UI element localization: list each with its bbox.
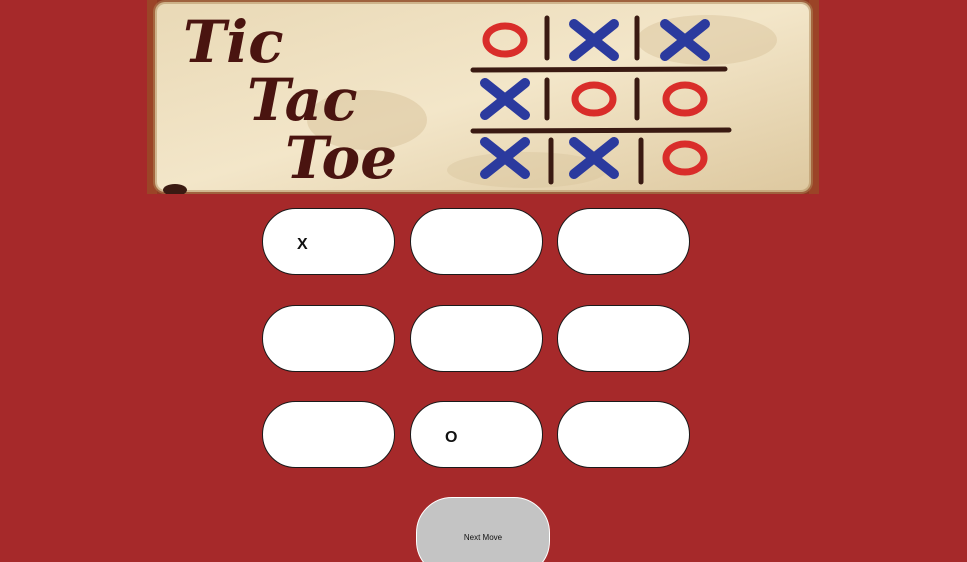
banner-title-line3: Toe <box>285 124 397 192</box>
banner-graphic: Tic Tac Toe <box>147 0 819 194</box>
board-cell-3[interactable] <box>557 208 690 275</box>
cell-mark: O <box>445 429 458 446</box>
next-move-label: Next Move <box>463 533 503 542</box>
game-page: Tic Tac Toe X O Next Move <box>0 0 967 562</box>
tic-tac-toe-banner-image: Tic Tac Toe <box>147 0 819 194</box>
board-cell-2[interactable] <box>410 208 543 275</box>
board-cell-4[interactable] <box>262 305 395 372</box>
board-cell-8[interactable]: O <box>410 401 543 468</box>
next-move-button[interactable]: Next Move <box>416 497 550 562</box>
board-cell-6[interactable] <box>557 305 690 372</box>
board-cell-7[interactable] <box>262 401 395 468</box>
cell-mark: X <box>297 236 308 253</box>
board-cell-5[interactable] <box>410 305 543 372</box>
board-cell-1[interactable]: X <box>262 208 395 275</box>
board-cell-9[interactable] <box>557 401 690 468</box>
